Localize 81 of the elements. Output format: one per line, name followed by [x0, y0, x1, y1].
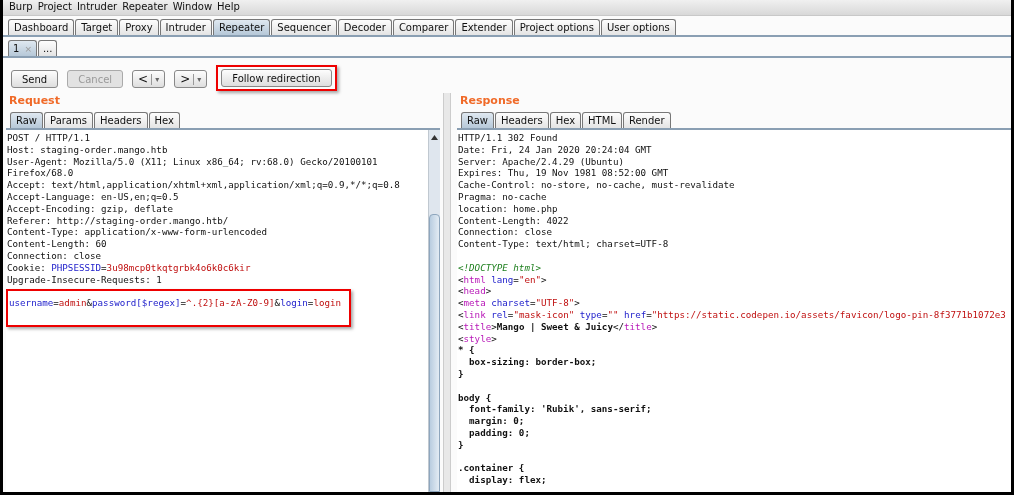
toolbar-button[interactable]: Send	[11, 70, 59, 88]
code-line: Upgrade-Insecure-Requests: 1	[7, 273, 163, 286]
pane-title: Response	[459, 93, 521, 109]
code-line: font-family: 'Rubik', sans-serif;	[468, 403, 653, 416]
tab[interactable]: Headers	[495, 112, 549, 128]
code-line: <html lang="en">	[458, 273, 548, 286]
code-line: <!DOCTYPE html>	[458, 261, 542, 274]
tab[interactable]: HTML	[582, 112, 622, 128]
tab[interactable]: Comparer	[392, 19, 455, 35]
nav-button[interactable]: > ▾	[174, 70, 208, 88]
code-line: display: flex;	[468, 474, 548, 486]
scrollbar[interactable]	[428, 130, 440, 492]
code-line: }	[458, 367, 465, 380]
code-line: <title>Mango | Sweet & Juicy</title>	[458, 320, 659, 333]
code-line: username=admin&password[$regex]=^.{2}[a-zA-Z0-9]&login=login	[9, 297, 343, 310]
code-line: Accept-Encoding: gzip, deflate	[7, 202, 174, 215]
caret-icon: ▾	[197, 74, 202, 84]
scroll-thumb[interactable]	[429, 214, 440, 492]
pane-splitter[interactable]	[443, 93, 451, 492]
menu-item[interactable]: Repeater	[122, 1, 168, 14]
menu-item[interactable]: Intruder	[76, 1, 118, 14]
code-line: margin: 0;	[468, 415, 526, 427]
code-line: }	[458, 438, 465, 451]
code-line: Date: Fri, 24 Jan 2020 20:24:04 GMT	[458, 143, 653, 156]
code-line: Pragma: no-cache	[458, 191, 548, 203]
code-line: Content-Type: text/html; charset=UTF-8	[458, 238, 670, 250]
code-line: HTTP/1.1 302 Found	[458, 132, 559, 144]
tab[interactable]: 1 ×	[8, 40, 37, 56]
code-line: Cookie: PHPSESSID=3u98mcp0tkqtgrbk4o6k0c6kir	[7, 261, 252, 274]
code-line: <head>	[458, 285, 493, 298]
menu-item[interactable]: Burp	[9, 1, 33, 14]
code-line: padding: 0;	[468, 426, 531, 439]
code-line: Connection: close	[7, 249, 103, 262]
code-line: Server: Apache/2.4.29 (Ubuntu)	[458, 155, 625, 168]
tab[interactable]: Render	[622, 112, 671, 128]
code-line: Content-Length: 4022	[458, 214, 570, 227]
tab[interactable]: Project options	[513, 19, 600, 35]
toolbar-button[interactable]: Follow redirection	[221, 69, 332, 87]
code-line: Accept: text/html,application/xhtml+xml,application/xml;q=0.9,*/*;q=0.8	[7, 179, 401, 191]
tab[interactable]: User options	[600, 19, 676, 35]
tab[interactable]: Hex	[148, 112, 180, 128]
code-line: box-sizing: border-box;	[468, 356, 598, 368]
code-line: body {	[458, 391, 493, 404]
tab[interactable]: Params	[44, 112, 93, 128]
tab[interactable]: Raw	[10, 112, 44, 128]
tab[interactable]: Headers	[93, 112, 148, 128]
code-line: Cache-Control: no-store, no-cache, must-revalidate	[458, 179, 736, 191]
tab[interactable]: Decoder	[337, 19, 392, 35]
code-line: Host: staging-order.mango.htb	[7, 143, 169, 156]
code-line: Firefox/68.0	[7, 167, 75, 180]
code-line: <link rel="mask-icon" type="" href="https://static.codepen.io/assets/favicon/logo-pin-8f3771b1072e3	[458, 308, 1007, 321]
tab[interactable]: Hex	[549, 112, 582, 128]
tab[interactable]: Sequencer	[271, 19, 337, 35]
code-line: .container {	[458, 462, 526, 475]
tab[interactable]: Dashboard	[8, 19, 75, 35]
pane-title: Request	[8, 93, 61, 109]
code-line: * {	[458, 344, 476, 357]
code-line: <style>	[458, 332, 498, 345]
tab[interactable]: Raw	[461, 112, 495, 128]
tab[interactable]: Extender	[455, 19, 513, 35]
nav-button[interactable]: < ▾	[132, 70, 166, 88]
tab[interactable]: Intruder	[159, 19, 212, 35]
code-line: Content-Type: application/x-www-form-urlencoded	[7, 226, 268, 239]
code-line: location: home.php	[458, 202, 559, 215]
code-line: Content-Length: 60	[7, 238, 108, 250]
menu-item[interactable]: Window	[172, 1, 213, 14]
tab[interactable]: ...	[37, 40, 58, 56]
code-line: Referer: http://staging-order.mango.htb/	[7, 214, 230, 227]
code-line: <meta charset="UTF-8">	[458, 297, 581, 309]
tab[interactable]: Repeater	[212, 19, 271, 35]
code-line: Accept-Language: en-US,en;q=0.5	[7, 191, 180, 203]
caret-icon: ▾	[155, 74, 160, 84]
tab[interactable]: Target	[75, 19, 119, 35]
up-arrow-icon[interactable]	[431, 134, 438, 140]
menu-item[interactable]: Project	[37, 1, 72, 14]
code-line: POST / HTTP/1.1	[7, 132, 91, 144]
code-line: Expires: Thu, 19 Nov 1981 08:52:00 GMT	[458, 167, 670, 180]
menu-item[interactable]: Help	[217, 1, 240, 14]
code-line: User-Agent: Mozilla/5.0 (X11; Linux x86_64; rv:68.0) Gecko/20100101	[7, 155, 379, 168]
code-line: Connection: close	[458, 226, 554, 239]
tab[interactable]: Proxy	[119, 19, 159, 35]
